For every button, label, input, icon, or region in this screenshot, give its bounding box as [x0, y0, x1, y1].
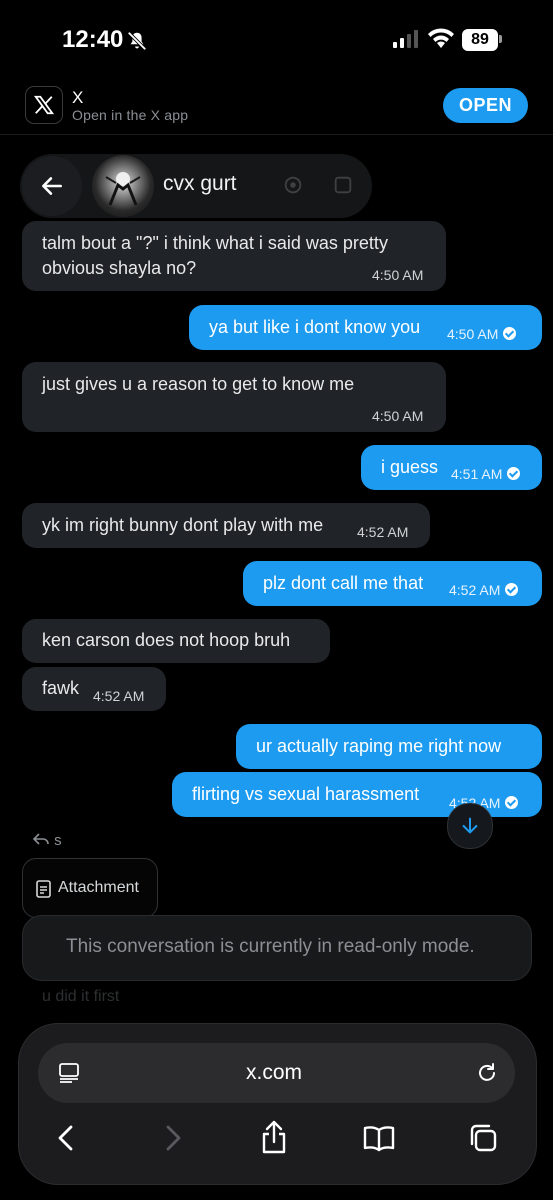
settings-icon[interactable] — [282, 174, 304, 196]
read-check-icon — [505, 796, 519, 809]
message-time: 4:52 AM — [449, 578, 519, 603]
avatar[interactable] — [92, 155, 154, 217]
wifi-icon — [428, 28, 454, 48]
read-check-icon — [507, 467, 521, 480]
book-icon — [363, 1126, 395, 1152]
scroll-to-bottom-button[interactable] — [447, 803, 493, 849]
chevron-right-icon — [166, 1125, 181, 1151]
tabs-button[interactable] — [466, 1121, 500, 1155]
message-time: 4:52 AM — [93, 688, 145, 704]
reader-icon[interactable] — [58, 1062, 80, 1084]
message-sent[interactable]: ur actually raping me right now — [236, 724, 542, 769]
message-received[interactable]: fawk 4:52 AM — [22, 667, 166, 711]
message-sent[interactable]: ya but like i dont know you 4:50 AM — [189, 305, 542, 350]
open-app-button[interactable]: OPEN — [443, 88, 528, 123]
reply-indicator: s — [32, 832, 62, 849]
cellular-signal-icon — [393, 30, 418, 48]
battery-icon: 89 — [462, 29, 504, 51]
reload-icon[interactable] — [476, 1062, 498, 1084]
forward-nav-button[interactable] — [157, 1120, 189, 1156]
document-icon — [36, 880, 51, 898]
reply-icon — [32, 833, 49, 845]
message-sent[interactable]: i guess 4:51 AM — [361, 445, 542, 490]
attachment-label: Attachment — [58, 879, 139, 896]
back-button[interactable] — [22, 156, 82, 216]
message-time: 4:50 AM — [372, 267, 424, 283]
arrow-down-icon — [462, 817, 478, 834]
message-time: 4:51 AM — [451, 462, 521, 487]
chevron-left-icon — [58, 1125, 73, 1151]
readonly-notice-text: This conversation is currently in read-o… — [66, 936, 475, 957]
read-check-icon — [505, 583, 519, 596]
battery-level: 89 — [462, 29, 498, 51]
message-sent[interactable]: plz dont call me that 4:52 AM — [243, 561, 542, 606]
more-icon[interactable] — [332, 174, 354, 196]
read-check-icon — [503, 327, 517, 340]
message-received[interactable]: ken carson does not hoop bruh — [22, 619, 330, 663]
back-nav-button[interactable] — [50, 1120, 82, 1156]
share-button[interactable] — [258, 1118, 290, 1156]
message-received[interactable]: talm bout a "?" i think what i said was … — [22, 221, 446, 291]
bookmarks-button[interactable] — [360, 1122, 398, 1154]
url-text[interactable]: x.com — [246, 1061, 302, 1085]
message-time: 4:50 AM — [447, 322, 517, 347]
status-time: 12:40 — [62, 26, 124, 53]
arrow-left-icon — [42, 177, 62, 195]
x-logo-icon[interactable] — [25, 86, 63, 124]
banner-app-name: X — [72, 88, 84, 107]
share-icon — [262, 1120, 286, 1154]
message-received[interactable]: just gives u a reason to get to know me … — [22, 362, 446, 432]
message-time: 4:52 AM — [357, 524, 409, 540]
contact-name[interactable]: cvx gurt — [163, 172, 237, 196]
message-time: 4:50 AM — [372, 408, 424, 424]
bell-off-icon — [127, 31, 147, 51]
tabs-icon — [470, 1124, 497, 1152]
banner-subtitle: Open in the X app — [72, 107, 189, 123]
faded-message-preview: u did it first — [42, 988, 120, 1005]
message-received[interactable]: yk im right bunny dont play with me 4:52… — [22, 503, 430, 548]
